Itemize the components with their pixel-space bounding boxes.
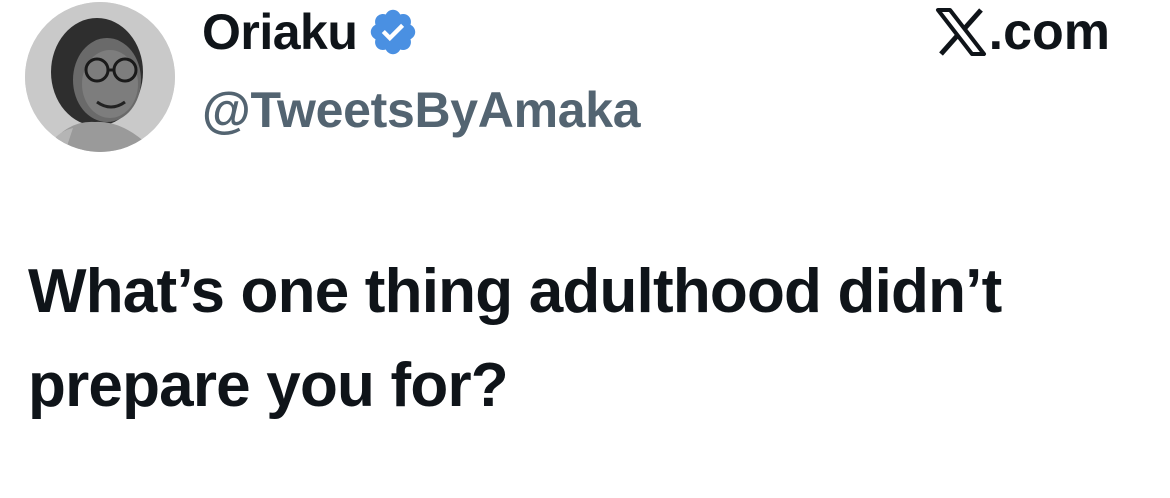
brand-watermark: .com	[935, 2, 1110, 62]
avatar[interactable]	[25, 2, 175, 152]
x-logo-icon	[935, 8, 987, 56]
verified-badge-icon[interactable]	[367, 6, 419, 58]
user-avatar-photo	[25, 2, 175, 152]
tweet-text: What’s one thing adulthood didn’t prepar…	[28, 257, 1002, 420]
author-name-row: Oriaku	[202, 2, 419, 62]
author-handle[interactable]: @TweetsByAmaka	[202, 80, 641, 140]
brand-label: .com	[988, 3, 1110, 61]
display-name[interactable]: Oriaku	[202, 2, 358, 62]
